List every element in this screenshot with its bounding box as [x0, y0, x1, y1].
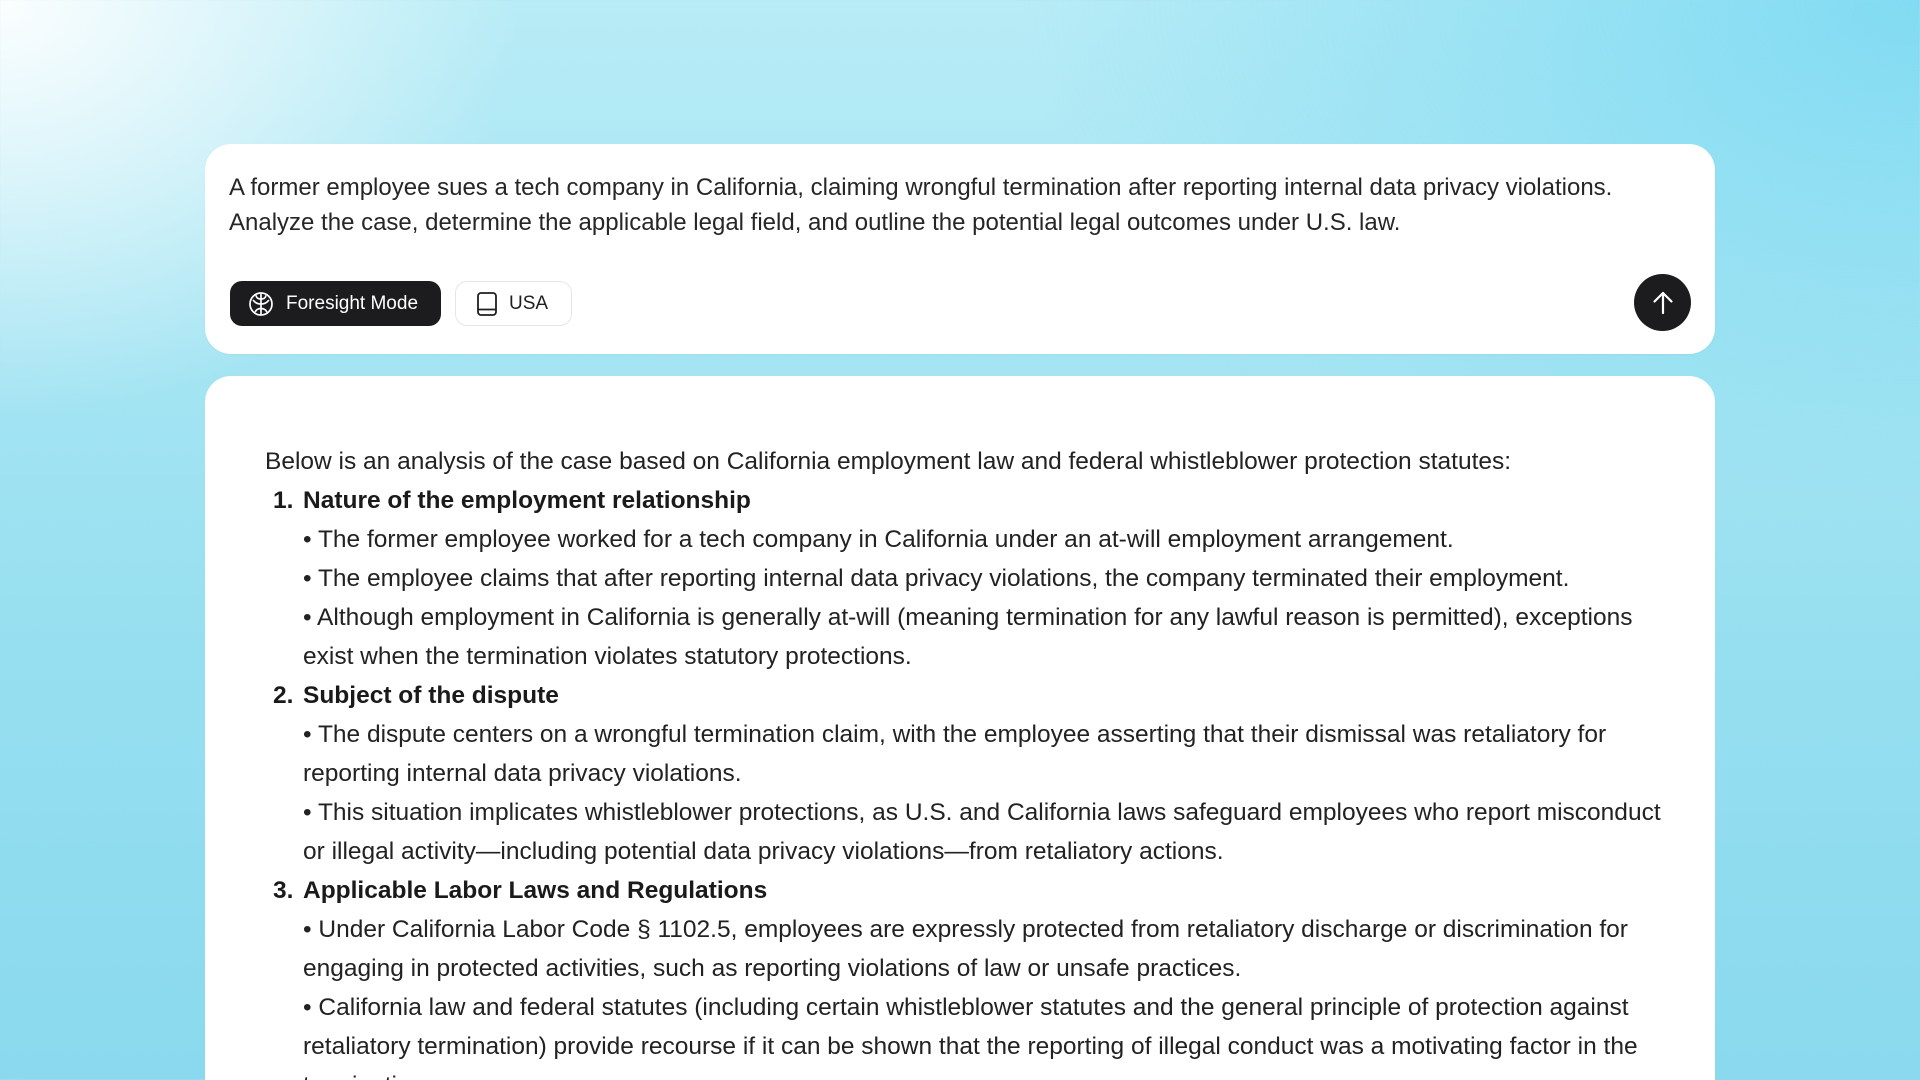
section-title: Nature of the employment relationship	[303, 487, 751, 514]
bullet-item: • The dispute centers on a wrongful term…	[303, 721, 1607, 787]
bullet-item: • The employee claims that after reporti…	[303, 565, 1570, 592]
arrow-up-icon	[1649, 289, 1677, 317]
section-number: 1.	[273, 487, 294, 514]
region-usa-button[interactable]: USA	[455, 281, 572, 326]
region-label: USA	[509, 292, 549, 314]
foresight-mode-label: Foresight Mode	[286, 292, 419, 314]
bullet-item: • Although employment in California is g…	[303, 604, 1633, 670]
prompt-card: A former employee sues a tech company in…	[205, 144, 1715, 354]
section-number: 2.	[273, 682, 294, 709]
brain-icon	[248, 291, 274, 317]
response-body: Below is an analysis of the case based o…	[265, 442, 1665, 1080]
section-number: 3.	[273, 877, 294, 904]
bullet-item: • Under California Labor Code § 1102.5, …	[303, 916, 1628, 982]
section-heading: 2. Subject of the dispute	[265, 676, 1665, 715]
section-2: 2. Subject of the dispute • The dispute c…	[265, 676, 1665, 871]
prompt-text[interactable]: A former employee sues a tech company in…	[229, 170, 1689, 240]
section-title: Applicable Labor Laws and Regulations	[303, 877, 768, 904]
response-card: Below is an analysis of the case based o…	[205, 376, 1715, 1080]
section-heading: 3. Applicable Labor Laws and Regulations	[265, 871, 1665, 910]
section-heading: 1. Nature of the employment relationship	[265, 481, 1665, 520]
send-button[interactable]	[1634, 274, 1691, 331]
section-3: 3. Applicable Labor Laws and Regulations …	[265, 871, 1665, 1080]
bullet-item: • California law and federal statutes (i…	[303, 994, 1638, 1080]
section-1: 1. Nature of the employment relationship …	[265, 481, 1665, 676]
response-intro: Below is an analysis of the case based o…	[265, 448, 1512, 475]
book-icon	[476, 291, 498, 317]
foresight-mode-button[interactable]: Foresight Mode	[230, 281, 441, 326]
bullet-item: • The former employee worked for a tech …	[303, 526, 1454, 553]
section-title: Subject of the dispute	[303, 682, 559, 709]
bullet-item: • This situation implicates whistleblowe…	[303, 799, 1661, 865]
